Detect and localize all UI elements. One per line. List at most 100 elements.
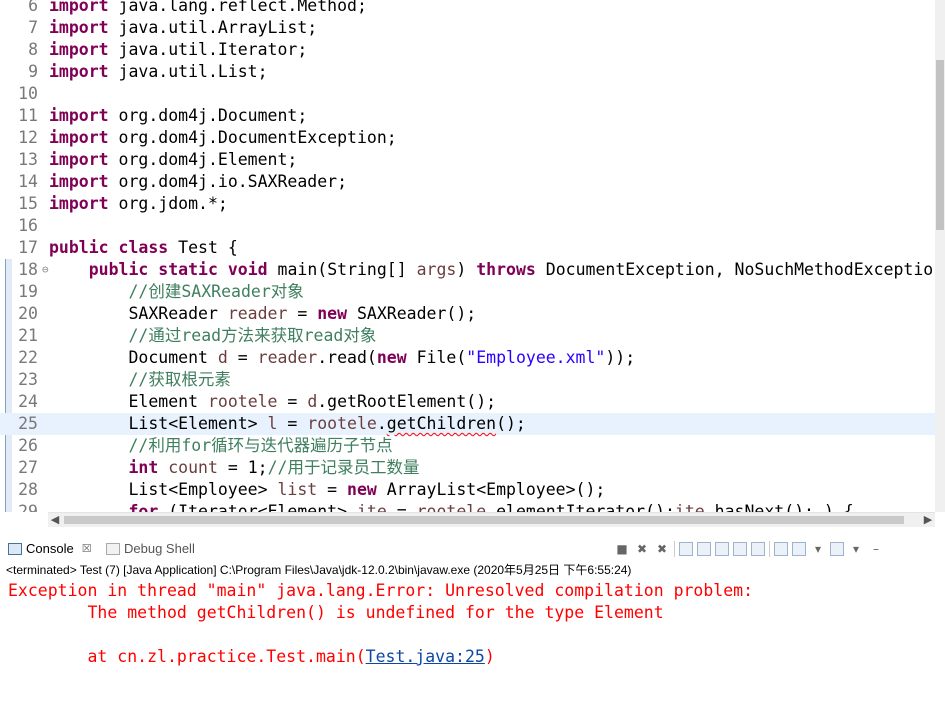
code-token: import — [49, 0, 109, 15]
code-token: = — [317, 480, 348, 499]
code-line[interactable]: 17 public class Test { — [0, 237, 935, 259]
code-token: list — [277, 480, 318, 499]
code-line[interactable]: 25 List<Element> l = rootele.getChildren… — [0, 413, 935, 435]
code-token: .read( — [317, 348, 377, 367]
code-token: for — [128, 502, 159, 512]
line-number: 18 — [18, 260, 38, 279]
tab-console[interactable]: Console ☒ — [8, 540, 92, 558]
code-editor[interactable]: 6 import java.lang.reflect.Method; 7 import… — [0, 0, 945, 512]
code-line[interactable]: 12 import org.dom4j.DocumentException; — [0, 127, 935, 149]
code-line[interactable]: 24 Element rootele = d.getRootElement(); — [0, 391, 935, 413]
code-token: import — [49, 150, 109, 169]
code-token: Document — [49, 348, 218, 367]
output-line: Exception in thread "main" java.lang.Err… — [8, 581, 763, 600]
code-token: ) — [456, 260, 477, 279]
show-on-output-icon[interactable] — [733, 542, 747, 556]
code-token: = — [287, 304, 318, 323]
code-token: int — [128, 458, 159, 477]
code-token: import — [49, 106, 109, 125]
clear-console-icon[interactable] — [679, 542, 693, 556]
scroll-right-icon[interactable]: ▶ — [921, 513, 935, 527]
line-number: 27 — [18, 458, 38, 477]
stack-trace-link[interactable]: Test.java:25 — [366, 647, 485, 666]
output-text: at cn.zl.practice.Test.main( — [8, 647, 366, 666]
scroll-lock-icon[interactable] — [697, 542, 711, 556]
minimize-icon[interactable]: – — [868, 541, 884, 557]
code-line[interactable]: 6 import java.lang.reflect.Method; — [0, 0, 935, 17]
code-line[interactable]: 29 for (Iterator<Element> ite = rootele.… — [0, 501, 935, 512]
toolbar-separator — [674, 541, 675, 557]
show-on-error-icon[interactable] — [751, 542, 765, 556]
code-line[interactable]: 28 List<Employee> list = new ArrayList<E… — [0, 479, 935, 501]
code-token: Element — [49, 392, 208, 411]
code-line[interactable]: 23 //获取根元素 — [0, 369, 935, 391]
code-token: class — [118, 238, 169, 257]
line-number: 25 — [18, 414, 38, 433]
output-line: The method getChildren() is undefined fo… — [8, 603, 664, 622]
code-text: import java.util.List; — [49, 61, 268, 83]
code-line[interactable]: 7 import java.util.ArrayList; — [0, 17, 935, 39]
scroll-left-icon[interactable]: ◀ — [48, 513, 62, 527]
vertical-scroll-thumb[interactable] — [936, 60, 944, 230]
toolbar-separator — [769, 541, 770, 557]
console-output[interactable]: Exception in thread "main" java.lang.Err… — [0, 580, 945, 716]
code-text: for (Iterator<Element> ite = rootele.ele… — [49, 501, 853, 512]
code-line[interactable]: 19 //创建SAXReader对象 — [0, 281, 935, 303]
code-line[interactable]: 20 SAXReader reader = new SAXReader(); — [0, 303, 935, 325]
open-console-icon[interactable] — [830, 542, 844, 556]
code-line[interactable]: 18 ⊖ public static void main(String[] arg… — [0, 259, 935, 281]
code-text: import org.dom4j.io.SAXReader; — [49, 171, 347, 193]
code-line[interactable]: 11 import org.dom4j.Document; — [0, 105, 935, 127]
code-line[interactable]: 9 import java.util.List; — [0, 61, 935, 83]
chevron-down-icon[interactable]: ▾ — [810, 541, 826, 557]
tab-debug-shell[interactable]: Debug Shell — [106, 540, 195, 558]
line-number: 28 — [18, 480, 38, 499]
close-icon[interactable]: ☒ — [82, 540, 92, 558]
terminate-icon[interactable]: ■ — [614, 541, 630, 557]
remove-launch-icon[interactable]: ✖ — [634, 541, 650, 557]
pin-console-icon[interactable] — [774, 542, 788, 556]
code-token: //用于记录员工数量 — [267, 458, 420, 477]
code-text: import org.jdom.*; — [49, 193, 228, 215]
word-wrap-icon[interactable] — [715, 542, 729, 556]
code-line[interactable]: 27 int count = 1;//用于记录员工数量 — [0, 457, 935, 479]
code-text: Element rootele = d.getRootElement(); — [49, 391, 496, 413]
code-token: List<Element> — [49, 414, 268, 433]
editor-horizontal-scrollbar[interactable]: ◀ ▶ — [48, 512, 935, 527]
line-number: 29 — [18, 502, 38, 512]
code-text: import org.dom4j.Document; — [49, 105, 307, 127]
display-console-icon[interactable] — [792, 542, 806, 556]
editor-vertical-scrollbar[interactable] — [935, 0, 945, 512]
remove-all-terminated-icon[interactable]: ✖ — [654, 541, 670, 557]
code-token: //通过read方法来获取read对象 — [128, 326, 377, 345]
code-line[interactable]: 22 Document d = reader.read(new File("Em… — [0, 347, 935, 369]
line-number: 14 — [18, 172, 38, 191]
code-line[interactable]: 14 import org.dom4j.io.SAXReader; — [0, 171, 935, 193]
code-line[interactable]: 16 — [0, 215, 935, 237]
code-token: import — [49, 18, 109, 37]
tab-console-label: Console — [26, 541, 74, 556]
code-area[interactable]: 6 import java.lang.reflect.Method; 7 import… — [0, 0, 935, 512]
line-number: 7 — [28, 18, 38, 37]
code-line[interactable]: 13 import org.dom4j.Element; — [0, 149, 935, 171]
code-text: import java.util.ArrayList; — [49, 17, 317, 39]
code-line[interactable]: 8 import java.util.Iterator; — [0, 39, 935, 61]
fold-toggle-icon[interactable]: ⊖ — [42, 259, 49, 281]
code-line[interactable]: 15 import org.jdom.*; — [0, 193, 935, 215]
horizontal-scroll-thumb[interactable] — [64, 516, 904, 524]
code-text: public class Test { — [49, 237, 238, 259]
line-number: 12 — [18, 128, 38, 147]
chevron-down-icon[interactable]: ▾ — [848, 541, 864, 557]
code-token: java.lang.reflect.Method; — [108, 0, 367, 15]
code-text: //利用for循环与迭代器遍历子节点 — [49, 435, 392, 457]
code-text: int count = 1;//用于记录员工数量 — [49, 457, 419, 479]
code-token: rootele — [416, 502, 487, 512]
code-line[interactable]: 10 — [0, 83, 935, 105]
code-line[interactable]: 26 //利用for循环与迭代器遍历子节点 — [0, 435, 935, 457]
code-line[interactable]: 21 //通过read方法来获取read对象 — [0, 325, 935, 347]
code-token: new — [376, 348, 407, 367]
